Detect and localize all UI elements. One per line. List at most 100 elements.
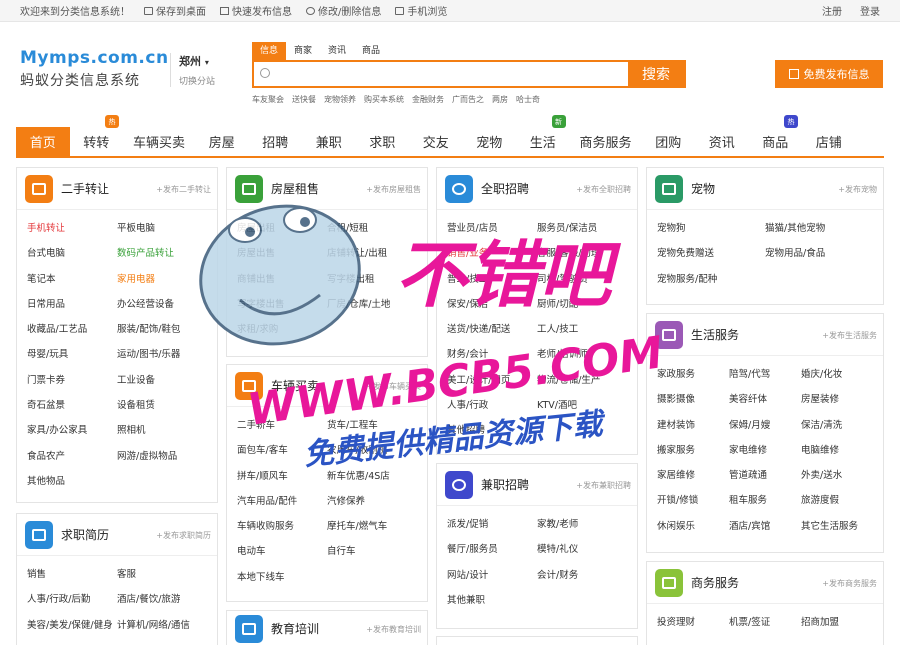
list-item[interactable]: 派发/促销 [447,512,537,537]
list-item[interactable]: 笔记本 [27,267,117,292]
list-item[interactable]: 厨师/切配 [537,292,627,317]
list-item[interactable]: 收藏品/工艺品 [27,317,117,342]
search-tab-goods[interactable]: 商品 [354,42,388,60]
list-item[interactable]: 其它生活服务 [801,514,873,539]
list-item[interactable]: 美容/美发/保健/健身 [27,613,117,638]
list-item[interactable]: 家教/老师 [537,512,627,537]
list-item[interactable]: 送货/快递/配送 [447,317,537,342]
list-item[interactable]: 财务/会计 [447,342,537,367]
panel-title[interactable]: 二手转让 [61,180,109,197]
list-item[interactable]: 保洁/清洗 [801,413,873,438]
list-item[interactable]: 美容纤体 [729,387,801,412]
list-item[interactable]: 其他物品 [27,469,117,494]
nav-shops[interactable]: 店铺 [802,127,856,156]
list-item[interactable]: 合租/短租 [327,216,417,241]
list-item[interactable]: 外卖/送水 [801,463,873,488]
list-item[interactable]: 机票/签证 [729,610,801,635]
search-input[interactable] [254,62,628,86]
list-item[interactable]: 宠物服务/配种 [657,267,873,292]
list-item[interactable]: 宠物用品/食品 [765,241,873,266]
list-item[interactable]: 搬家服务 [657,438,729,463]
nav-news[interactable]: 资讯 [695,127,749,156]
list-item[interactable]: 客服/客服/助理 [537,241,627,266]
nav-life[interactable]: 生活新 [516,115,570,156]
list-item[interactable]: 电脑维修 [801,438,873,463]
post-link[interactable]: +发布宠物 [838,184,877,195]
post-link[interactable]: +发布兼职招聘 [576,480,631,491]
list-item[interactable]: 车辆收购服务 [237,514,327,539]
nav-house[interactable]: 房屋 [195,127,249,156]
panel-title[interactable]: 求职简历 [61,526,109,543]
list-item[interactable]: 营业员/店员 [447,216,537,241]
list-item[interactable]: 门票卡券 [27,368,117,393]
list-item[interactable]: 工人/技工 [537,317,627,342]
post-link[interactable]: +发布全职招聘 [576,184,631,195]
list-item[interactable]: 家政服务 [657,362,729,387]
panel-title[interactable]: 宠物 [691,180,715,197]
list-item[interactable]: 投资理财 [657,610,729,635]
switch-city-link[interactable]: 切换分站 [179,74,215,87]
list-item[interactable]: 店铺转让/出租 [327,241,417,266]
list-item[interactable]: 自行车 [327,539,417,564]
list-item[interactable]: 网站/设计 [447,563,537,588]
list-item[interactable]: 建材装饰 [657,413,729,438]
panel-title[interactable]: 教育培训 [271,620,319,637]
nav-dating[interactable]: 交友 [409,127,463,156]
list-item[interactable]: 保姆/月嫂 [729,413,801,438]
list-item[interactable]: 计算机/网络/通信 [117,613,207,638]
panel-title[interactable]: 房屋租售 [271,180,319,197]
hot-keyword[interactable]: 哈士奇 [516,94,540,105]
list-item[interactable]: 模特/礼仪 [537,537,627,562]
list-item[interactable]: 租车服务 [729,488,801,513]
post-link[interactable]: +发布车辆买卖 [366,381,421,392]
nav-groupbuy[interactable]: 团购 [642,127,696,156]
nav-jobs[interactable]: 招聘 [249,127,303,156]
list-item[interactable]: 数码产品转让 [117,241,207,266]
panel-title[interactable]: 全职招聘 [481,180,529,197]
list-item[interactable]: 服装/配饰/鞋包 [117,317,207,342]
list-item[interactable]: 餐厅/服务员 [447,537,537,562]
list-item[interactable]: 人事/行政/后勤 [27,587,117,612]
nav-parttime[interactable]: 兼职 [302,127,356,156]
register-link[interactable]: 注册 [822,3,842,18]
list-item[interactable]: 招商加盟 [801,610,873,635]
hot-keyword[interactable]: 金融财务 [412,94,444,105]
search-button[interactable]: 搜索 [628,62,684,86]
nav-business[interactable]: 商务服务 [570,127,642,156]
edit-delete-link[interactable]: 修改/删除信息 [306,3,381,18]
list-item[interactable]: 酒店/宾馆 [729,514,801,539]
list-item[interactable]: 猫猫/其他宠物 [765,216,873,241]
list-item[interactable]: 面包车/客车 [237,438,327,463]
list-item[interactable]: 客服 [117,562,207,587]
quick-post-link[interactable]: 快速发布信息 [220,3,292,18]
nav-pets[interactable]: 宠物 [463,127,517,156]
login-link[interactable]: 登录 [860,3,880,18]
list-item[interactable]: 手机转让 [27,216,117,241]
search-tab-info[interactable]: 信息 [252,42,287,60]
nav-jobseek[interactable]: 求职 [356,127,410,156]
list-item[interactable]: 平板电脑 [117,216,207,241]
list-item[interactable]: 二手轿车 [237,413,327,438]
post-link[interactable]: +发布生活服务 [822,330,877,341]
list-item[interactable]: 陪驾/代驾 [729,362,801,387]
panel-title[interactable]: 兼职招聘 [481,476,529,493]
list-item[interactable]: 司机/驾驶员 [537,267,627,292]
list-item[interactable]: 家居维修 [657,463,729,488]
list-item[interactable]: 食品农产 [27,444,117,469]
panel-title[interactable]: 商务服务 [691,574,739,591]
list-item[interactable]: 设备租赁 [117,393,207,418]
nav-home[interactable]: 首页 [16,127,70,156]
site-logo[interactable]: Mymps.com.cn 蚂蚁分类信息系统 [20,48,169,90]
list-item[interactable]: 销售 [27,562,117,587]
list-item[interactable]: 货车/工程车 [327,413,417,438]
list-item[interactable]: 家具/办公家具 [27,418,117,443]
list-item[interactable]: 新车优惠/4S店 [327,464,417,489]
post-link[interactable]: +发布教育培训 [366,624,421,635]
list-item[interactable]: 销售/业务 [447,241,537,266]
city-switcher[interactable]: 郑州 ▾ 切换分站 [170,53,215,87]
nav-vehicles[interactable]: 车辆买卖 [123,127,195,156]
list-item[interactable]: 婚庆/化妆 [801,362,873,387]
list-item[interactable]: 奇石盆景 [27,393,117,418]
list-item[interactable]: 宠物免费赠送 [657,241,765,266]
list-item[interactable]: 摄影摄像 [657,387,729,412]
